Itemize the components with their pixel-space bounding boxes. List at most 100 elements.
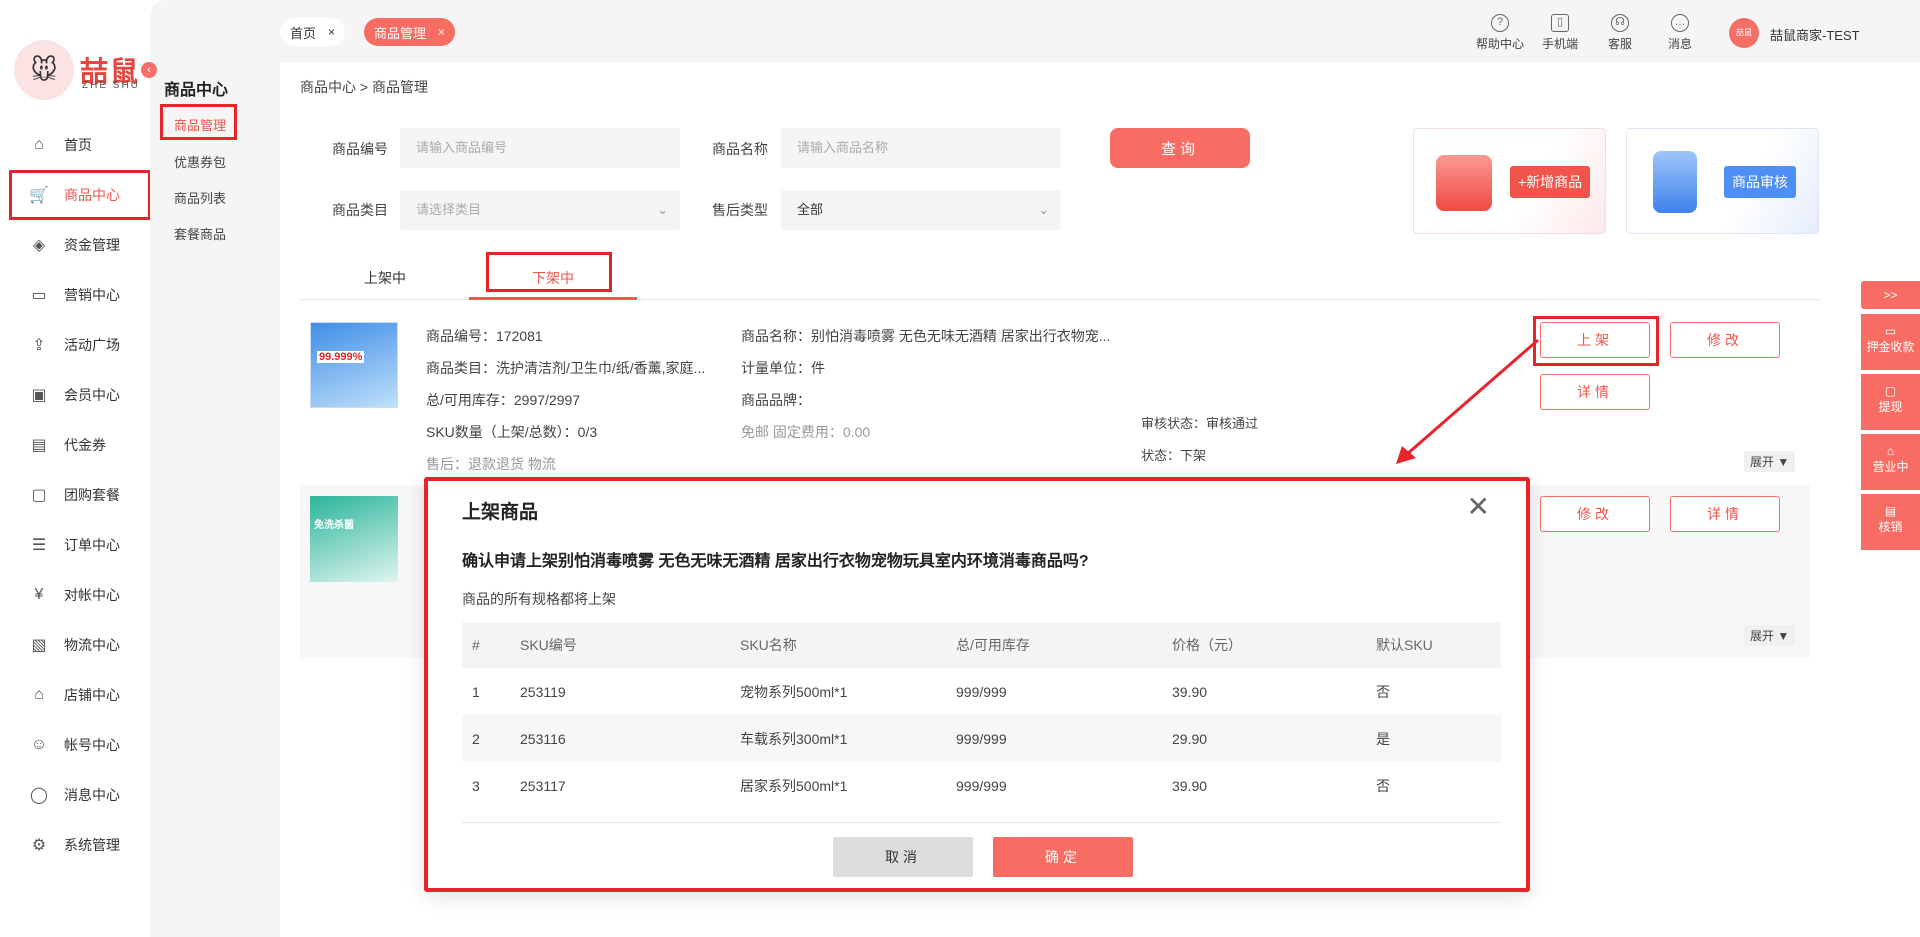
sidebar-item-15[interactable]: ⚙ 系统管理 [28, 834, 120, 856]
add-product-button[interactable]: +新增商品 [1510, 166, 1591, 198]
aftersale-type-select[interactable]: 全部 ⌄ [781, 190, 1061, 230]
sub-nav [150, 0, 280, 937]
detail-button[interactable]: 详情 [1670, 496, 1780, 532]
top-icon-label: 客服 [1607, 37, 1632, 51]
order-icon: ☰ [31, 537, 47, 554]
sidebar-item-5[interactable]: ⇪ 活动广场 [28, 334, 120, 356]
table-cell: 253117 [520, 777, 566, 794]
table-row: 3 253117 居家系列500ml*1 999/999 39.90 否 [462, 762, 1501, 809]
avatar[interactable]: 喆鼠 [1729, 18, 1759, 48]
column-header: 价格（元） [1162, 622, 1366, 668]
user-name[interactable]: 喆鼠商家-TEST [1770, 25, 1860, 44]
sub-nav-title: 商品中心 [164, 82, 229, 99]
sidebar-item-label: 系统管理 [64, 837, 120, 853]
sidebar-item-12[interactable]: ⌂ 店铺中心 [28, 684, 120, 706]
product-name-input[interactable]: 请输入商品名称 [781, 128, 1061, 168]
column-header: # [462, 622, 510, 668]
sidebar-item-label: 代金券 [64, 437, 106, 453]
sidebar-item-9[interactable]: ☰ 订单中心 [28, 534, 120, 556]
dialog-note: 商品的所有规格都将上架 [462, 591, 616, 607]
sidebar-item-11[interactable]: ▧ 物流中心 [28, 634, 120, 656]
messages-button[interactable]: … 消息 [1650, 14, 1710, 52]
sidebar-item-10[interactable]: ¥ 对帐中心 [28, 584, 120, 606]
query-button[interactable]: 查询 [1110, 128, 1250, 168]
help-center-button[interactable]: ? 帮助中心 [1470, 14, 1530, 52]
customer-service-button[interactable]: ☊ 客服 [1590, 14, 1650, 52]
table-cell: 是 [1366, 715, 1501, 762]
sidebar-item-6[interactable]: ▣ 会员中心 [28, 384, 120, 406]
voucher-icon: ▤ [31, 437, 47, 454]
category-select[interactable]: 请选择类目 ⌄ [400, 190, 680, 230]
verify-button[interactable]: ▤ 核销 [1861, 494, 1920, 550]
product-category: 商品类目：洗护清洁剂/卫生巾/纸/香薰,家庭... [426, 360, 706, 376]
product-review-button[interactable]: 商品审核 [1724, 166, 1796, 198]
expand-button[interactable]: 展开 ▼ [1744, 625, 1796, 646]
chevron-down-icon: ⌄ [1038, 202, 1049, 217]
close-icon[interactable]: ✕ [1467, 493, 1490, 521]
cancel-button[interactable]: 取消 [833, 837, 973, 877]
deposit-collection-button[interactable]: ▭ 押金收款 [1861, 314, 1920, 370]
table-cell: 39.90 [1172, 777, 1208, 794]
tab-on-shelf[interactable]: 上架中 [364, 268, 406, 288]
expand-label: 展开 [1750, 629, 1775, 643]
bag-icon: ▢ [31, 487, 47, 504]
headset-icon: ☊ [1611, 14, 1629, 32]
mobile-button[interactable]: ▯ 手机端 [1530, 14, 1590, 52]
sidebar-item-1[interactable]: ⌂ 首页 [28, 134, 92, 156]
collapse-left-nav-button[interactable]: ‹ [141, 62, 157, 78]
sidebar-item-14[interactable]: ◯ 消息中心 [28, 784, 120, 806]
box-icon: ▧ [31, 637, 47, 654]
breadcrumb-parent[interactable]: 商品中心 [300, 79, 356, 95]
table-cell: 2 [462, 715, 510, 762]
business-status-button[interactable]: ⌂ 营业中 [1861, 434, 1920, 490]
top-icon-label: 手机端 [1541, 37, 1578, 51]
table-cell: 999/999 [956, 777, 1007, 794]
sidebar-item-label: 对帐中心 [64, 587, 120, 603]
withdraw-button[interactable]: ▢ 提现 [1861, 374, 1920, 430]
breadcrumb-current: 商品管理 [371, 79, 428, 95]
store-icon: ⌂ [1886, 444, 1895, 458]
sidebar-item-4[interactable]: ▭ 营销中心 [28, 284, 120, 306]
product-code-input[interactable]: 请输入商品编号 [400, 128, 680, 168]
sub-nav-item-coupon-pack[interactable]: 优惠券包 [174, 152, 226, 171]
close-icon[interactable]: × [328, 25, 335, 39]
detail-button[interactable]: 详情 [1540, 374, 1650, 410]
tab-home[interactable]: 首页 × [280, 18, 346, 46]
sidebar-item-label: 会员中心 [64, 387, 120, 403]
expand-label: 展开 [1750, 455, 1775, 469]
user-icon: ☺ [30, 736, 48, 753]
aftersale-type-label: 售后类型 [712, 202, 768, 218]
add-product-card[interactable]: +新增商品 [1413, 128, 1606, 234]
product-thumbnail[interactable]: 免洗杀菌 [310, 496, 398, 582]
sub-nav-item-product-list[interactable]: 商品列表 [174, 188, 226, 207]
close-icon[interactable]: × [438, 25, 445, 39]
table-cell: 999/999 [946, 715, 1162, 762]
tab-product-manage[interactable]: 商品管理 × [364, 18, 456, 46]
right-float-toggle[interactable]: >> [1861, 281, 1920, 309]
edit-button[interactable]: 修改 [1670, 322, 1780, 358]
table-cell: 39.90 [1172, 683, 1208, 700]
sidebar-item-3[interactable]: ◈ 资金管理 [28, 234, 120, 256]
table-cell: 否 [1376, 777, 1390, 794]
product-thumbnail[interactable]: 99.999% [310, 322, 398, 408]
expand-button[interactable]: 展开 ▼ [1744, 451, 1796, 472]
nav-highlight-box [9, 170, 151, 220]
breadcrumb-separator: > [359, 79, 369, 95]
confirm-button[interactable]: 确定 [993, 837, 1133, 877]
product-review-card[interactable]: 商品审核 [1626, 128, 1819, 234]
sidebar-item-label: 营销中心 [64, 287, 120, 303]
sidebar-item-7[interactable]: ▤ 代金券 [28, 434, 106, 456]
sidebar-item-label: 资金管理 [64, 237, 120, 253]
sidebar-item-label: 订单中心 [64, 537, 120, 553]
sidebar-item-8[interactable]: ▢ 团购套餐 [28, 484, 120, 506]
dialog-title: 上架商品 [462, 502, 539, 523]
edit-button[interactable]: 修改 [1540, 496, 1650, 532]
product-unit: 计量单位：件 [741, 360, 825, 376]
category-label: 商品类目 [332, 202, 388, 218]
column-header: SKU编号 [510, 622, 730, 668]
sidebar-item-label: 活动广场 [64, 337, 120, 353]
sidebar-item-13[interactable]: ☺ 帐号中心 [28, 734, 120, 756]
column-header: SKU名称 [730, 622, 946, 668]
aftersale-type-value: 全部 [797, 202, 824, 217]
sub-nav-item-combo[interactable]: 套餐商品 [174, 224, 226, 243]
